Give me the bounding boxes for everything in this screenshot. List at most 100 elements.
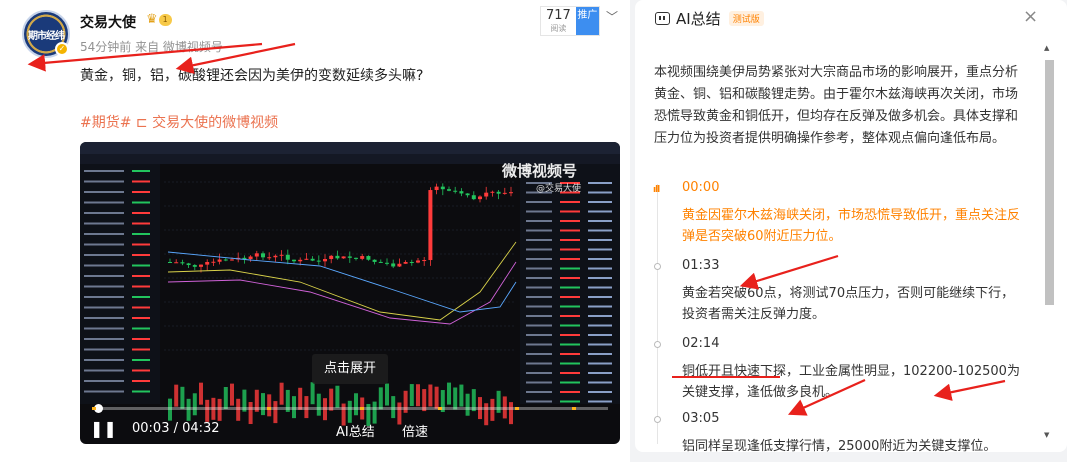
volume-bar (273, 401, 278, 424)
candle-body (453, 190, 458, 192)
watchlist-row (84, 285, 124, 288)
candle-body (298, 259, 303, 262)
quote-value (560, 400, 580, 403)
candle-body (180, 262, 185, 264)
video-player[interactable]: 微博视频号 @交易大使 点击展开 ❚❚ 00:03 / 04:32 AI总结 倍速 (80, 142, 620, 444)
watchlist-value (132, 390, 150, 393)
volume-bar (279, 382, 284, 405)
candle-body (329, 255, 334, 260)
chapter-time[interactable]: 02:14 (682, 336, 719, 351)
candle-body (292, 259, 296, 262)
panel-title: AI总结 (676, 9, 721, 28)
candle-body (385, 262, 389, 264)
chapter-time[interactable]: 03:05 (682, 411, 719, 426)
watchlist-value (132, 275, 150, 277)
vip-level: 1 (158, 13, 172, 26)
watchlist-row (84, 201, 124, 204)
candle-body (310, 258, 315, 261)
quote-row (526, 220, 552, 222)
volume-bar (416, 384, 420, 407)
chapter-marker[interactable] (515, 407, 520, 410)
candle-body (403, 262, 408, 264)
scrollbar-thumb[interactable] (1045, 60, 1054, 305)
vip-crown-icon[interactable]: ♛ 1 (146, 12, 180, 27)
ai-summary-button[interactable]: AI总结 (336, 421, 375, 440)
timeline-line (657, 184, 658, 444)
volume-bar (447, 382, 451, 405)
scroll-up-icon[interactable]: ▲ (1044, 44, 1049, 52)
scroll-down-icon[interactable]: ▼ (1044, 431, 1049, 439)
watchlist-value (132, 285, 150, 288)
topic-link[interactable]: #期货# ⊏ 交易大使的微博视频 (80, 112, 278, 132)
watchlist-row (84, 275, 124, 277)
candle-body (465, 193, 470, 196)
quote-panel (520, 164, 620, 404)
quote-value (560, 343, 580, 346)
expand-button[interactable]: 点击展开 (312, 354, 388, 384)
chapter-marker[interactable] (571, 407, 576, 410)
watermark-sub: @交易大使 (536, 184, 582, 194)
close-icon[interactable]: × (1023, 6, 1038, 27)
quote-volume (588, 258, 612, 260)
quote-volume (588, 372, 612, 374)
chapter-time[interactable]: 01:33 (682, 258, 719, 273)
candle-body (248, 256, 253, 260)
watchlist-value (132, 264, 150, 267)
candle-body (267, 257, 272, 259)
quote-row (526, 277, 552, 279)
timeline-dot-icon (654, 416, 661, 423)
quote-value (560, 258, 580, 260)
candle-body (211, 261, 216, 263)
volume-bar (199, 382, 203, 405)
chevron-down-icon[interactable]: ﹀ (606, 8, 618, 25)
chapter-marker[interactable] (360, 407, 365, 410)
quote-volume (588, 334, 612, 336)
volume-bar (205, 399, 210, 422)
quote-row (526, 248, 552, 251)
quote-row (526, 381, 552, 384)
quote-value (560, 210, 580, 213)
chapter-text: 黄金因霍尔木兹海峡关闭，市场恐慌导致低开，重点关注反弹是否突破60附近压力位。 (682, 208, 1021, 244)
pause-icon[interactable]: ❚❚ (90, 419, 117, 438)
quote-value (560, 315, 580, 317)
chapter-marker[interactable] (267, 407, 272, 410)
volume-bar (261, 393, 265, 416)
chapter-marker[interactable] (437, 407, 442, 410)
quote-value (560, 220, 580, 222)
candle-body (397, 263, 402, 267)
quote-value (560, 248, 580, 251)
quote-row (526, 229, 552, 232)
candle-body (335, 255, 340, 259)
candle-body (459, 191, 464, 194)
chapter-time[interactable]: 00:00 (682, 180, 719, 195)
quote-value (560, 372, 580, 374)
candle-body (316, 260, 321, 262)
candle-body (490, 191, 495, 193)
verified-badge-icon: ✓ (55, 42, 69, 56)
quote-row (526, 400, 552, 403)
watchlist-value (132, 180, 150, 183)
quote-value (560, 362, 580, 365)
post-meta: 54分钟前 来自 微博视频号 (80, 40, 223, 54)
candle-body (354, 257, 358, 259)
promote-button[interactable]: 推广 (575, 7, 599, 35)
chapter-text: 黄金若突破60点，将测试70点压力，否则可能继续下行，投资者需关注反弹力度。 (682, 286, 1015, 322)
candle-body (192, 265, 197, 267)
quote-volume (588, 381, 612, 384)
summary-text: 本视频围绕美伊局势紧张对大宗商品市场的影响展开，重点分析黄金、铜、铝和碳酸锂走势… (654, 65, 1019, 146)
watchlist-value (132, 233, 150, 235)
watchlist-row (84, 369, 124, 372)
watchlist-value (132, 212, 150, 214)
quote-volume (588, 315, 612, 317)
ai-chat-icon (655, 11, 670, 25)
quote-value (560, 267, 580, 270)
quote-row (526, 239, 552, 241)
progress-bar[interactable] (92, 404, 608, 413)
weibo-post-card: 期市经纬 ✓ 交易大使 ♛ 1 54分钟前 来自 微博视频号 黄金，铜，铝，碳酸锂… (0, 0, 630, 462)
quote-value (560, 324, 580, 327)
candle-body (254, 253, 259, 257)
candle-body (174, 262, 179, 264)
chapter-marker[interactable] (92, 407, 96, 410)
username[interactable]: 交易大使 (80, 12, 136, 32)
playback-speed-button[interactable]: 倍速 (402, 421, 428, 440)
